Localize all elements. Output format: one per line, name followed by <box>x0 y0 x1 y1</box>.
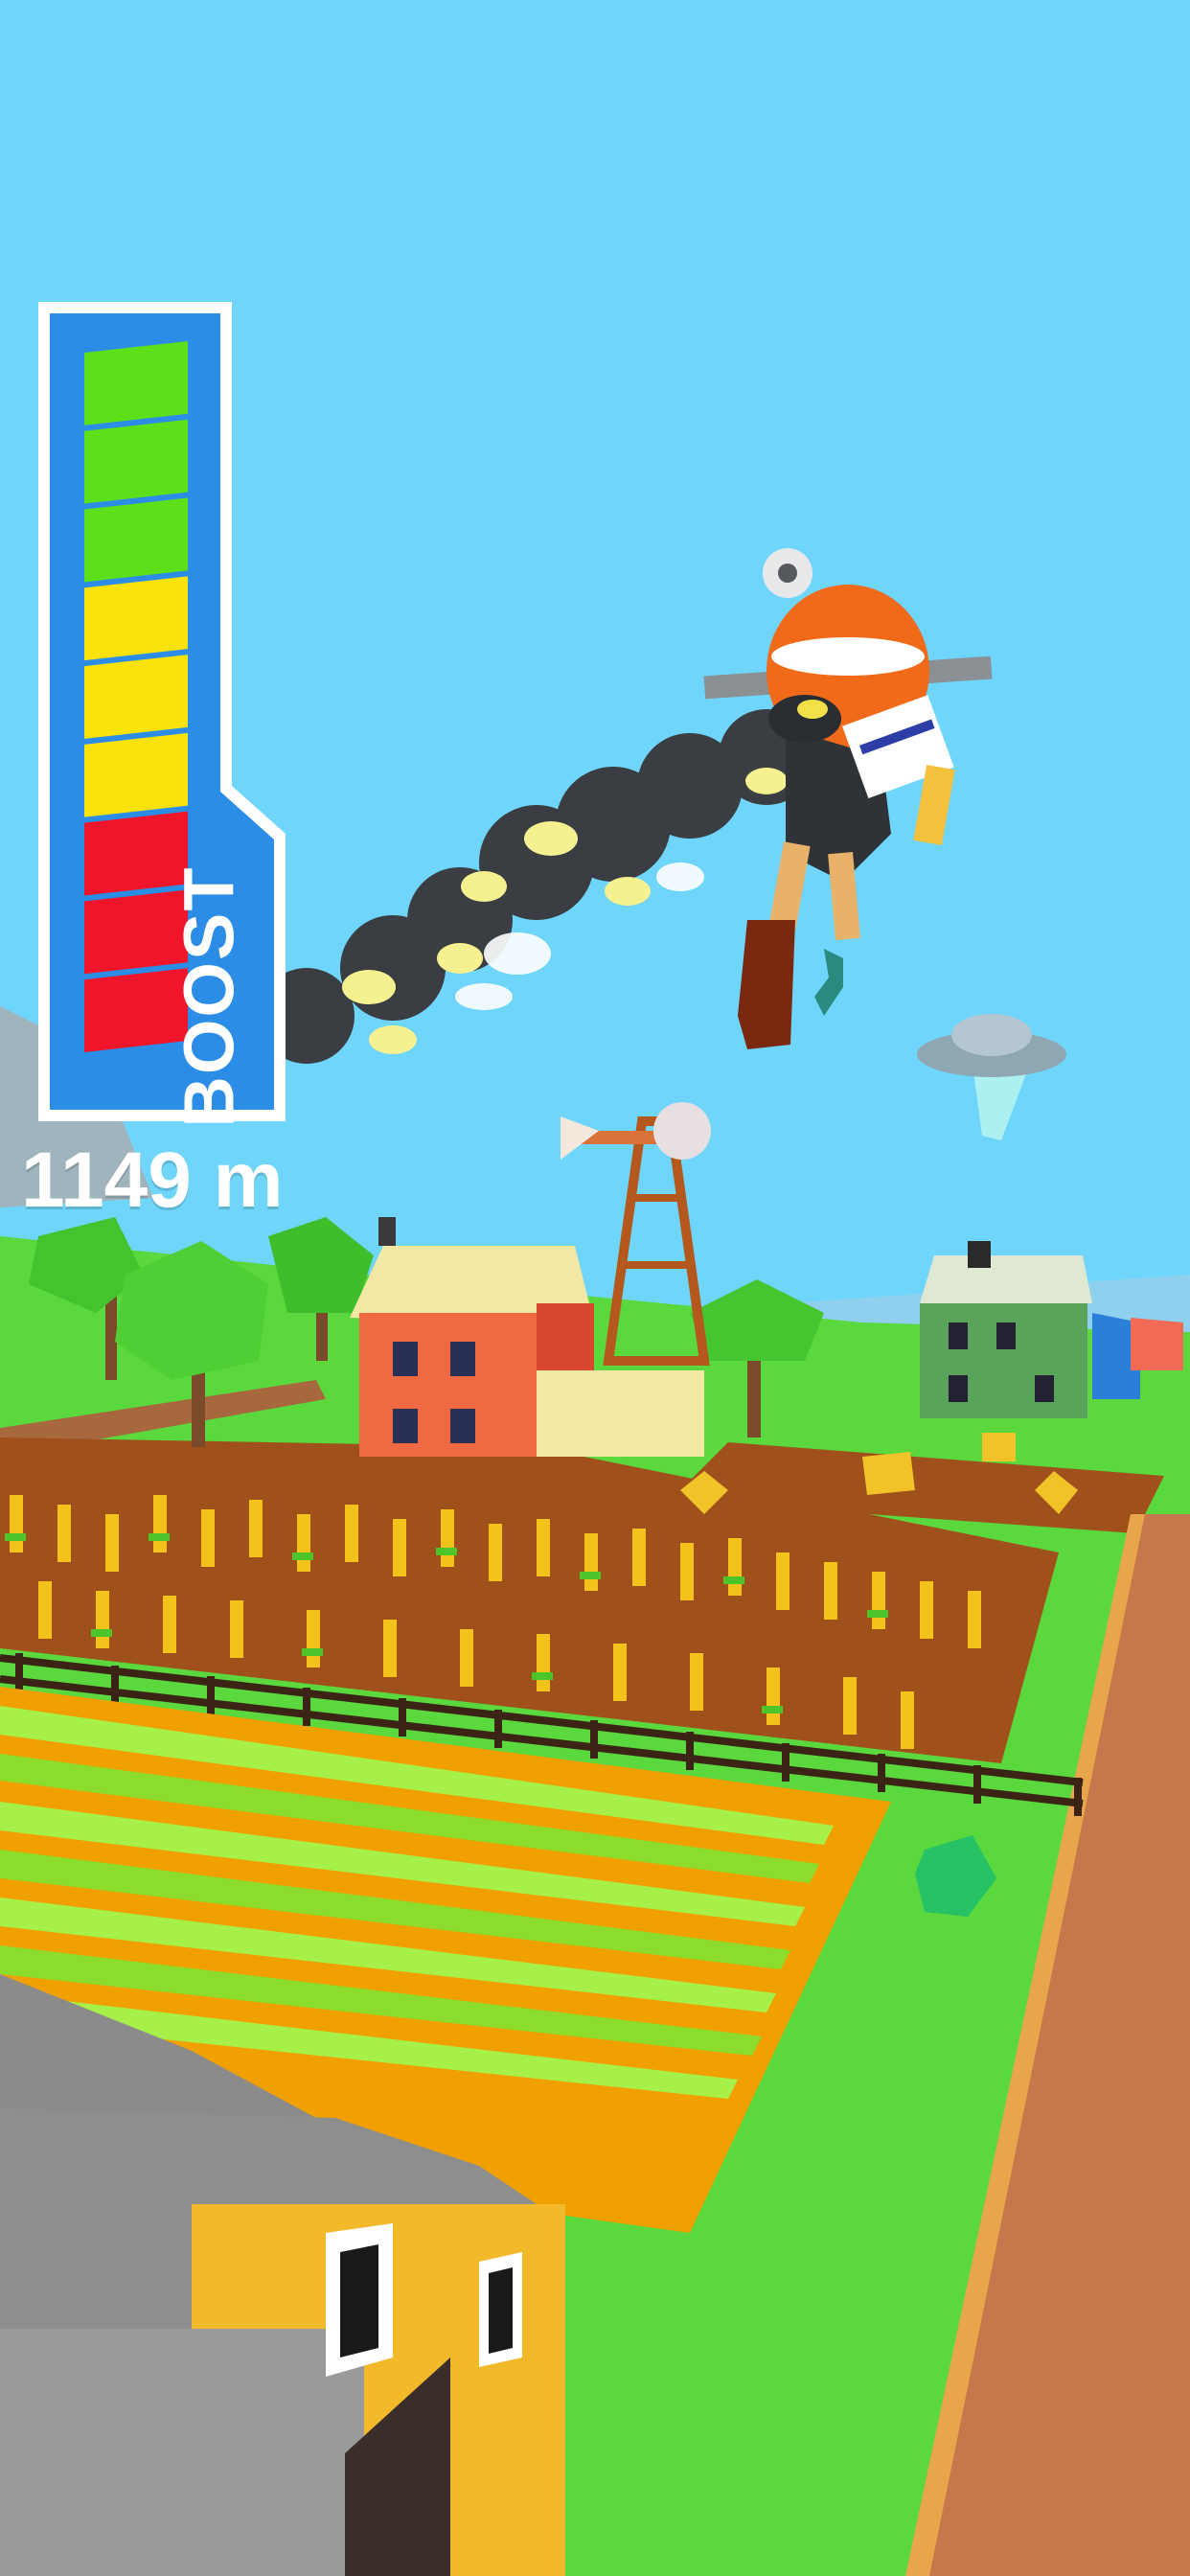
boost-label: BOOST <box>169 865 249 1128</box>
game-scene <box>0 0 1190 2576</box>
distance-counter: 1149 m <box>21 1137 284 1224</box>
